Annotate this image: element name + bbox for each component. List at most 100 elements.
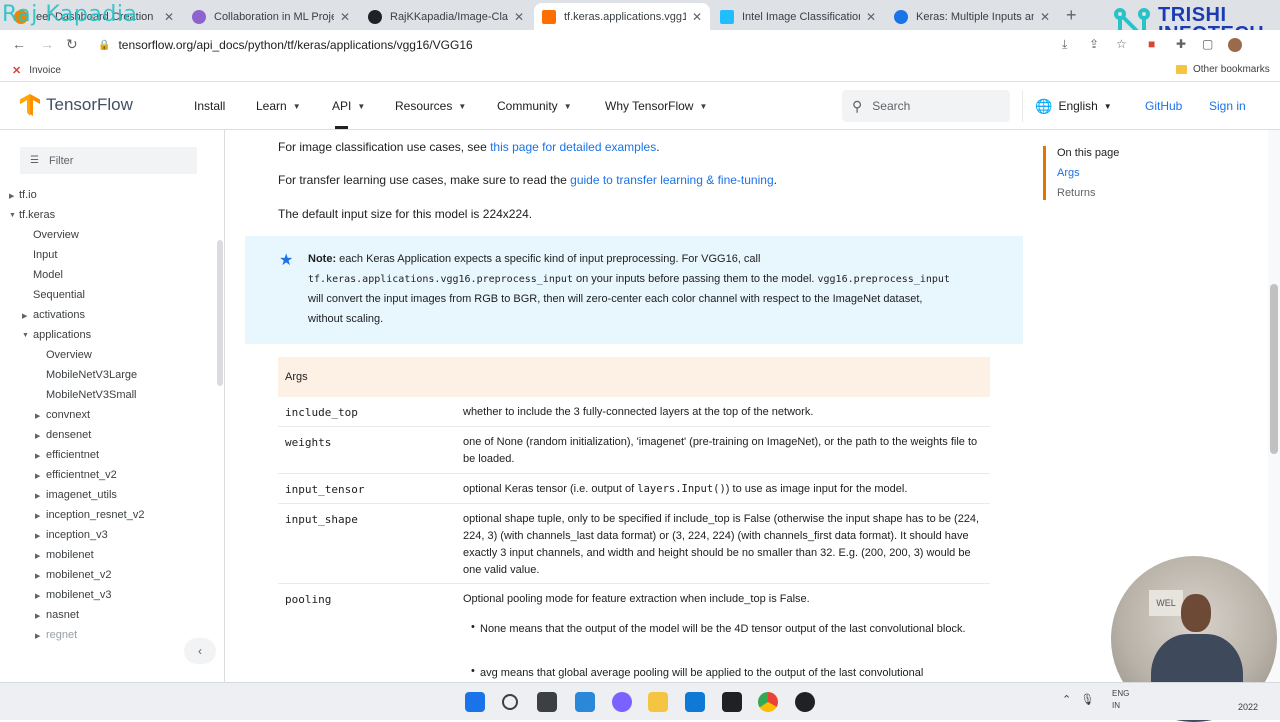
tensorflow-logo[interactable]: TensorFlow xyxy=(20,94,133,116)
nav-why-tensorflow[interactable]: Why TensorFlow ▼ xyxy=(605,99,707,113)
caret-right-icon[interactable]: ▶ xyxy=(35,472,40,480)
caret-right-icon[interactable]: ▶ xyxy=(35,492,40,500)
sidebar-item[interactable]: mobilenet xyxy=(46,549,94,561)
sidebar-item[interactable]: inception_resnet_v2 xyxy=(46,509,144,521)
caret-down-icon[interactable]: ▼ xyxy=(9,212,16,219)
toc-item-returns[interactable]: Returns xyxy=(1057,187,1096,199)
keyboard-language[interactable]: ENG IN xyxy=(1112,688,1129,712)
caret-right-icon[interactable]: ▶ xyxy=(35,452,40,460)
tray-icons[interactable]: ⌃ 🎙 xyxy=(1062,693,1094,706)
search-input[interactable]: ⚲ Search xyxy=(842,90,1010,122)
sidebar-scrollbar[interactable] xyxy=(217,240,223,386)
watermark-text: Raj Kapadia xyxy=(2,2,138,27)
sidebar-item[interactable]: inception_v3 xyxy=(46,529,108,541)
nav-community[interactable]: Community ▼ xyxy=(497,99,572,113)
scrollbar-thumb[interactable] xyxy=(1270,284,1278,454)
sidebar-item[interactable]: Sequential xyxy=(33,289,85,301)
sidebar-item[interactable]: convnext xyxy=(46,409,90,421)
browser-tab[interactable]: Intel Image Classification | K ✕ xyxy=(712,3,884,30)
language-select[interactable]: 🌐 English ▼ xyxy=(1022,90,1132,122)
sidebar-item[interactable]: Overview xyxy=(46,349,92,361)
sign-in-link[interactable]: Sign in xyxy=(1209,99,1246,113)
caret-right-icon[interactable]: ▶ xyxy=(35,572,40,580)
nav-api[interactable]: API ▼ xyxy=(332,99,365,113)
browser-tab[interactable]: Collaboration in ML Project ✕ xyxy=(184,3,358,30)
transfer-learning-link[interactable]: guide to transfer learning & fine-tuning xyxy=(570,173,773,187)
caret-down-icon[interactable]: ▼ xyxy=(22,332,29,339)
sidebar-item[interactable]: tf.io xyxy=(19,189,37,201)
sidebar-item[interactable]: Input xyxy=(33,249,57,261)
caret-right-icon[interactable]: ▶ xyxy=(35,512,40,520)
file-explorer-icon[interactable] xyxy=(648,692,668,712)
nav-resources[interactable]: Resources ▼ xyxy=(395,99,466,113)
terminal-icon[interactable] xyxy=(722,692,742,712)
task-view-icon[interactable] xyxy=(537,692,557,712)
caret-right-icon[interactable]: ▶ xyxy=(35,412,40,420)
paragraph: For transfer learning use cases, make su… xyxy=(278,173,777,187)
sidebar-item[interactable]: mobilenet_v3 xyxy=(46,589,111,601)
new-tab-button[interactable]: + xyxy=(1066,5,1077,26)
chrome-icon[interactable] xyxy=(758,692,778,712)
sidebar-item[interactable]: regnet xyxy=(46,629,77,641)
github-link[interactable]: GitHub xyxy=(1145,99,1182,113)
browser-tab[interactable]: Keras: Multiple Inputs and M ✕ xyxy=(886,3,1058,30)
toc-item-args[interactable]: Args xyxy=(1057,167,1080,179)
note-line: Note: each Keras Application expects a s… xyxy=(308,253,760,265)
browser-tab[interactable]: RajKKapadia/Image-Classific ✕ xyxy=(360,3,532,30)
sidebar-item[interactable]: MobileNetV3Small xyxy=(46,389,136,401)
share-icon[interactable]: ⇪ xyxy=(1089,37,1099,51)
sidebar-item[interactable]: nasnet xyxy=(46,609,79,621)
sidebar-item[interactable]: imagenet_utils xyxy=(46,489,117,501)
sidebar-item[interactable]: applications xyxy=(33,329,91,341)
sidebar-item[interactable]: MobileNetV3Large xyxy=(46,369,137,381)
page-scrollbar[interactable] xyxy=(1268,130,1280,682)
sidebar-item[interactable]: efficientnet_v2 xyxy=(46,469,117,481)
close-icon[interactable]: ✕ xyxy=(866,10,876,24)
sidebar-item[interactable]: Overview xyxy=(33,229,79,241)
close-icon[interactable]: ✕ xyxy=(164,10,174,24)
bookmark-other[interactable]: Other bookmarks xyxy=(1176,64,1270,75)
examples-link[interactable]: this page for detailed examples xyxy=(490,140,656,154)
browser-tab-active[interactable]: tf.keras.applications.vgg16.V ✕ xyxy=(534,3,710,30)
sidebar-item[interactable]: mobilenet_v2 xyxy=(46,569,111,581)
forward-arrow-icon[interactable]: → xyxy=(40,36,54,52)
close-icon[interactable]: ✕ xyxy=(1040,10,1050,24)
sidebar-item[interactable]: tf.keras xyxy=(19,209,55,221)
close-icon[interactable]: ✕ xyxy=(340,10,350,24)
extensions-puzzle-icon[interactable]: ✚ xyxy=(1176,37,1186,51)
caret-right-icon[interactable]: ▶ xyxy=(35,552,40,560)
sidebar-item[interactable]: efficientnet xyxy=(46,449,99,461)
extension-icon[interactable]: ■ xyxy=(1148,37,1155,51)
sidepanel-icon[interactable]: ▢ xyxy=(1202,37,1213,51)
close-icon[interactable]: ✕ xyxy=(514,10,524,24)
profile-avatar[interactable] xyxy=(1228,38,1242,52)
caret-right-icon[interactable]: ▶ xyxy=(35,632,40,640)
widgets-icon[interactable] xyxy=(575,692,595,712)
reload-icon[interactable]: ↻ xyxy=(66,36,78,53)
text: each Keras Application expects a specifi… xyxy=(336,253,761,265)
close-icon[interactable]: ✕ xyxy=(692,10,702,24)
sidebar-item[interactable]: activations xyxy=(33,309,85,321)
caret-right-icon[interactable]: ▶ xyxy=(35,432,40,440)
caret-right-icon[interactable]: ▶ xyxy=(9,192,14,200)
caret-right-icon[interactable]: ▶ xyxy=(35,592,40,600)
back-arrow-icon[interactable]: ← xyxy=(12,36,26,52)
caret-right-icon[interactable]: ▶ xyxy=(22,312,27,320)
caret-right-icon[interactable]: ▶ xyxy=(35,532,40,540)
install-icon[interactable]: ⤓ xyxy=(1062,37,1067,52)
sidebar-item[interactable]: densenet xyxy=(46,429,91,441)
vscode-icon[interactable] xyxy=(685,692,705,712)
nav-install[interactable]: Install xyxy=(194,99,225,113)
caret-right-icon[interactable]: ▶ xyxy=(35,612,40,620)
github-desktop-icon[interactable] xyxy=(795,692,815,712)
windows-start-icon[interactable] xyxy=(465,692,485,712)
bookmark-star-icon[interactable]: ☆ xyxy=(1116,37,1127,51)
filter-input[interactable]: ☰ Filter xyxy=(20,147,197,174)
address-bar[interactable]: 🔒 tensorflow.org/api_docs/python/tf/kera… xyxy=(98,33,1098,57)
sidebar-item[interactable]: Model xyxy=(33,269,63,281)
nav-learn[interactable]: Learn ▼ xyxy=(256,99,301,113)
collapse-sidebar-button[interactable]: ‹ xyxy=(184,638,216,664)
bookmark-invoice[interactable]: ✕ Invoice xyxy=(12,64,61,77)
search-icon[interactable] xyxy=(502,694,518,710)
chat-icon[interactable] xyxy=(612,692,632,712)
